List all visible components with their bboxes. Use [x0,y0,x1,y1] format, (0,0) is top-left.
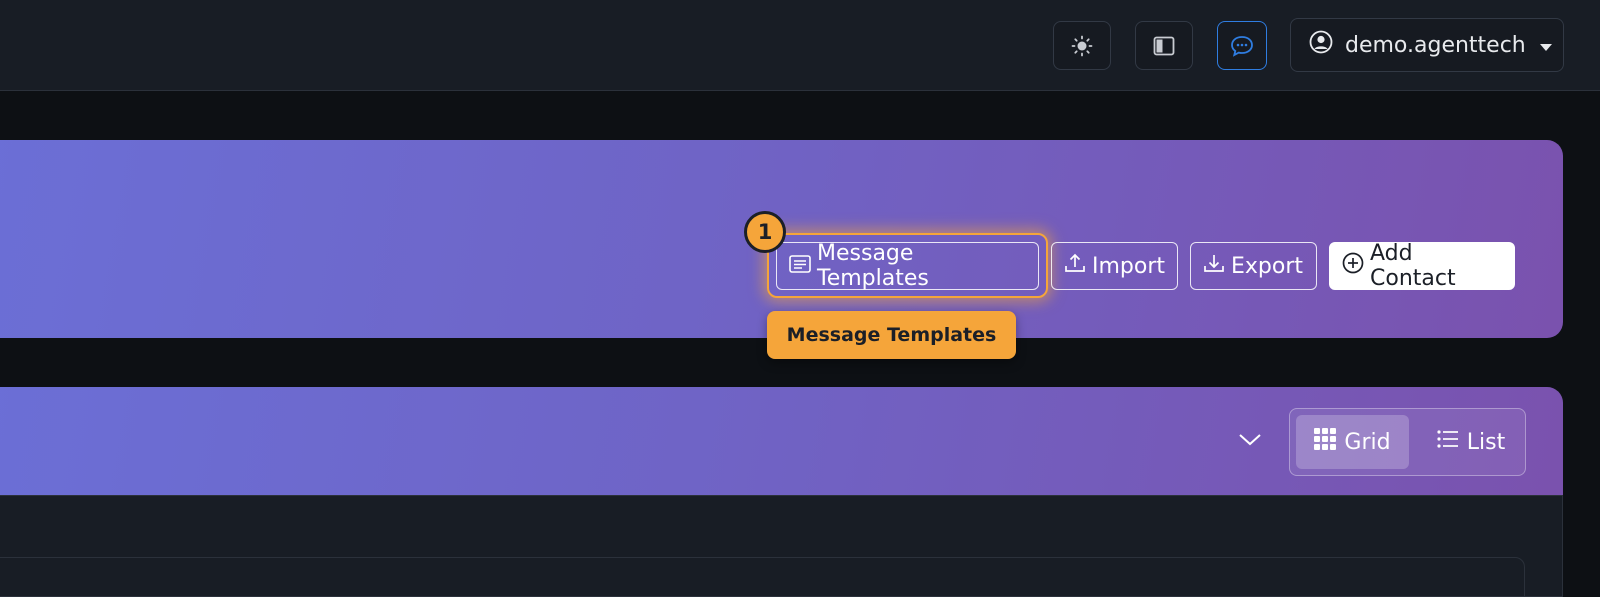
plus-circle-icon [1342,252,1370,280]
list-label: List [1466,429,1506,455]
grid-view-button[interactable]: Grid [1296,415,1409,469]
export-button[interactable]: Export [1190,242,1317,290]
grid-label: Grid [1344,429,1391,455]
sidebar-toggle-icon [1153,36,1175,56]
chevron-down-icon[interactable] [1238,432,1262,451]
tour-tooltip: Message Templates [767,311,1016,359]
user-menu-button[interactable]: demo.agenttech [1290,18,1564,72]
tour-step-badge: 1 [744,211,786,253]
download-icon [1203,252,1231,280]
import-button[interactable]: Import [1051,242,1178,290]
contacts-content-area [0,557,1525,597]
view-mode-toggle: Grid List [1289,408,1526,476]
chevron-down-icon [1539,33,1552,58]
message-templates-label: Message Templates [817,241,929,291]
chat-button[interactable] [1217,21,1267,70]
upload-icon [1064,252,1092,280]
theme-toggle-button[interactable] [1053,21,1111,70]
grid-icon [1314,428,1344,456]
document-lines-icon [789,254,817,279]
sun-icon [1071,35,1093,57]
list-icon [1437,429,1467,455]
add-contact-label: Add Contact [1370,241,1456,291]
import-label: Import [1092,253,1166,279]
export-label: Export [1231,253,1304,279]
sidebar-toggle-button[interactable] [1135,21,1193,70]
chat-bubble-icon [1230,35,1254,57]
message-templates-button[interactable]: Message Templates [776,241,1039,291]
user-circle-icon [1309,30,1333,60]
add-contact-button[interactable]: Add Contact [1329,241,1515,291]
username-label: demo.agenttech [1345,32,1526,58]
list-view-button[interactable]: List [1422,415,1520,469]
